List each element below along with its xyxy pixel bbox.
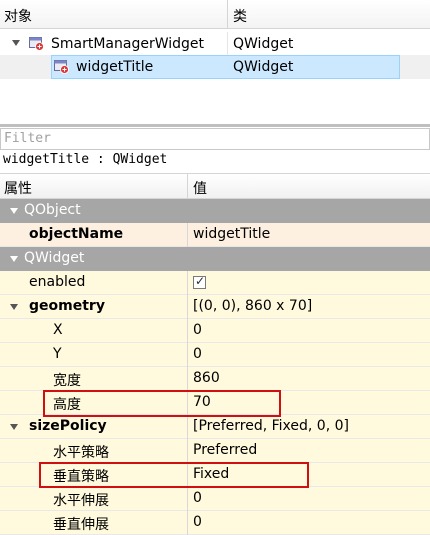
column-separator	[187, 223, 188, 247]
filter-input[interactable]	[4, 131, 424, 146]
property-name: 水平伸展	[53, 493, 109, 509]
property-value[interactable]: [(0, 0), 860 x 70]	[193, 298, 312, 314]
property-value[interactable]: 860	[193, 370, 220, 386]
group-name: QObject	[24, 202, 81, 218]
property-row-enabled[interactable]: enabled ✓	[0, 271, 430, 295]
property-row-vertical-stretch[interactable]: 垂直伸展 0	[0, 511, 430, 535]
filter-box[interactable]	[0, 128, 430, 150]
property-name: 水平策略	[53, 445, 109, 461]
property-value[interactable]: 0	[193, 514, 202, 530]
property-row-geometry[interactable]: geometry [(0, 0), 860 x 70]	[0, 295, 430, 319]
tree-object-class: QWidget	[233, 59, 294, 75]
tree-object-class: QWidget	[233, 36, 294, 52]
enabled-checkbox[interactable]: ✓	[193, 274, 206, 289]
property-row-width[interactable]: 宽度 860	[0, 367, 430, 391]
collapse-arrow-icon[interactable]	[10, 304, 18, 310]
column-header-value[interactable]: 值	[193, 178, 207, 198]
column-header-property[interactable]: 属性	[4, 178, 32, 198]
collapse-arrow-icon[interactable]	[10, 256, 18, 262]
property-name: sizePolicy	[29, 418, 107, 434]
current-object-class-line: widgetTitle : QWidget	[3, 152, 168, 167]
column-separator	[187, 511, 188, 535]
property-row-horizontal-policy[interactable]: 水平策略 Preferred	[0, 439, 430, 463]
group-header-qwidget[interactable]: QWidget	[0, 247, 430, 271]
collapse-arrow-icon[interactable]	[10, 424, 18, 430]
column-separator	[187, 174, 188, 200]
highlight-box-vertical-policy	[39, 462, 309, 488]
property-name: X	[53, 322, 63, 338]
property-row-horizontal-stretch[interactable]: 水平伸展 0	[0, 487, 430, 511]
column-header-object[interactable]: 对象	[4, 6, 32, 26]
property-name: geometry	[29, 298, 105, 314]
property-editor-header: 属性 值	[0, 173, 430, 200]
object-inspector-header: 对象 类	[0, 0, 430, 29]
tree-object-name: widgetTitle	[76, 59, 154, 75]
property-name: 垂直伸展	[53, 517, 109, 533]
column-separator	[187, 295, 188, 319]
checkmark-icon: ✓	[195, 274, 206, 288]
property-value[interactable]: 0	[193, 322, 202, 338]
property-value[interactable]: 0	[193, 490, 202, 506]
tree-row-widgettitle[interactable]: widgetTitle QWidget	[0, 55, 430, 79]
property-name: enabled	[29, 274, 86, 290]
property-name: Y	[53, 346, 62, 362]
group-header-qobject[interactable]: QObject	[0, 199, 430, 223]
property-row-objectname[interactable]: objectName widgetTitle	[0, 223, 430, 247]
column-header-class[interactable]: 类	[233, 6, 247, 26]
widget-icon	[29, 37, 44, 51]
column-separator	[187, 367, 188, 391]
column-separator	[187, 271, 188, 295]
property-value[interactable]: widgetTitle	[193, 226, 270, 242]
property-value[interactable]: 0	[193, 346, 202, 362]
property-name: 宽度	[53, 373, 81, 389]
column-separator	[227, 0, 228, 29]
property-value[interactable]: Preferred	[193, 442, 257, 458]
panel-splitter[interactable]	[0, 124, 430, 127]
collapse-arrow-icon[interactable]	[10, 208, 18, 214]
column-separator	[187, 487, 188, 511]
property-row-sizepolicy[interactable]: sizePolicy [Preferred, Fixed, 0, 0]	[0, 415, 430, 439]
tree-object-name: SmartManagerWidget	[51, 36, 205, 52]
column-separator	[187, 343, 188, 367]
expand-arrow-icon[interactable]	[12, 40, 20, 46]
property-row-y[interactable]: Y 0	[0, 343, 430, 367]
group-name: QWidget	[24, 250, 85, 266]
property-name: objectName	[29, 226, 124, 242]
widget-icon	[54, 60, 69, 74]
column-separator	[187, 439, 188, 463]
property-row-x[interactable]: X 0	[0, 319, 430, 343]
column-separator	[187, 319, 188, 343]
tree-row-smartmanagerwidget[interactable]: SmartManagerWidget QWidget	[0, 32, 430, 56]
property-value[interactable]: [Preferred, Fixed, 0, 0]	[193, 418, 349, 434]
column-separator	[227, 32, 228, 56]
highlight-box-height	[43, 390, 281, 417]
column-separator	[187, 415, 188, 439]
